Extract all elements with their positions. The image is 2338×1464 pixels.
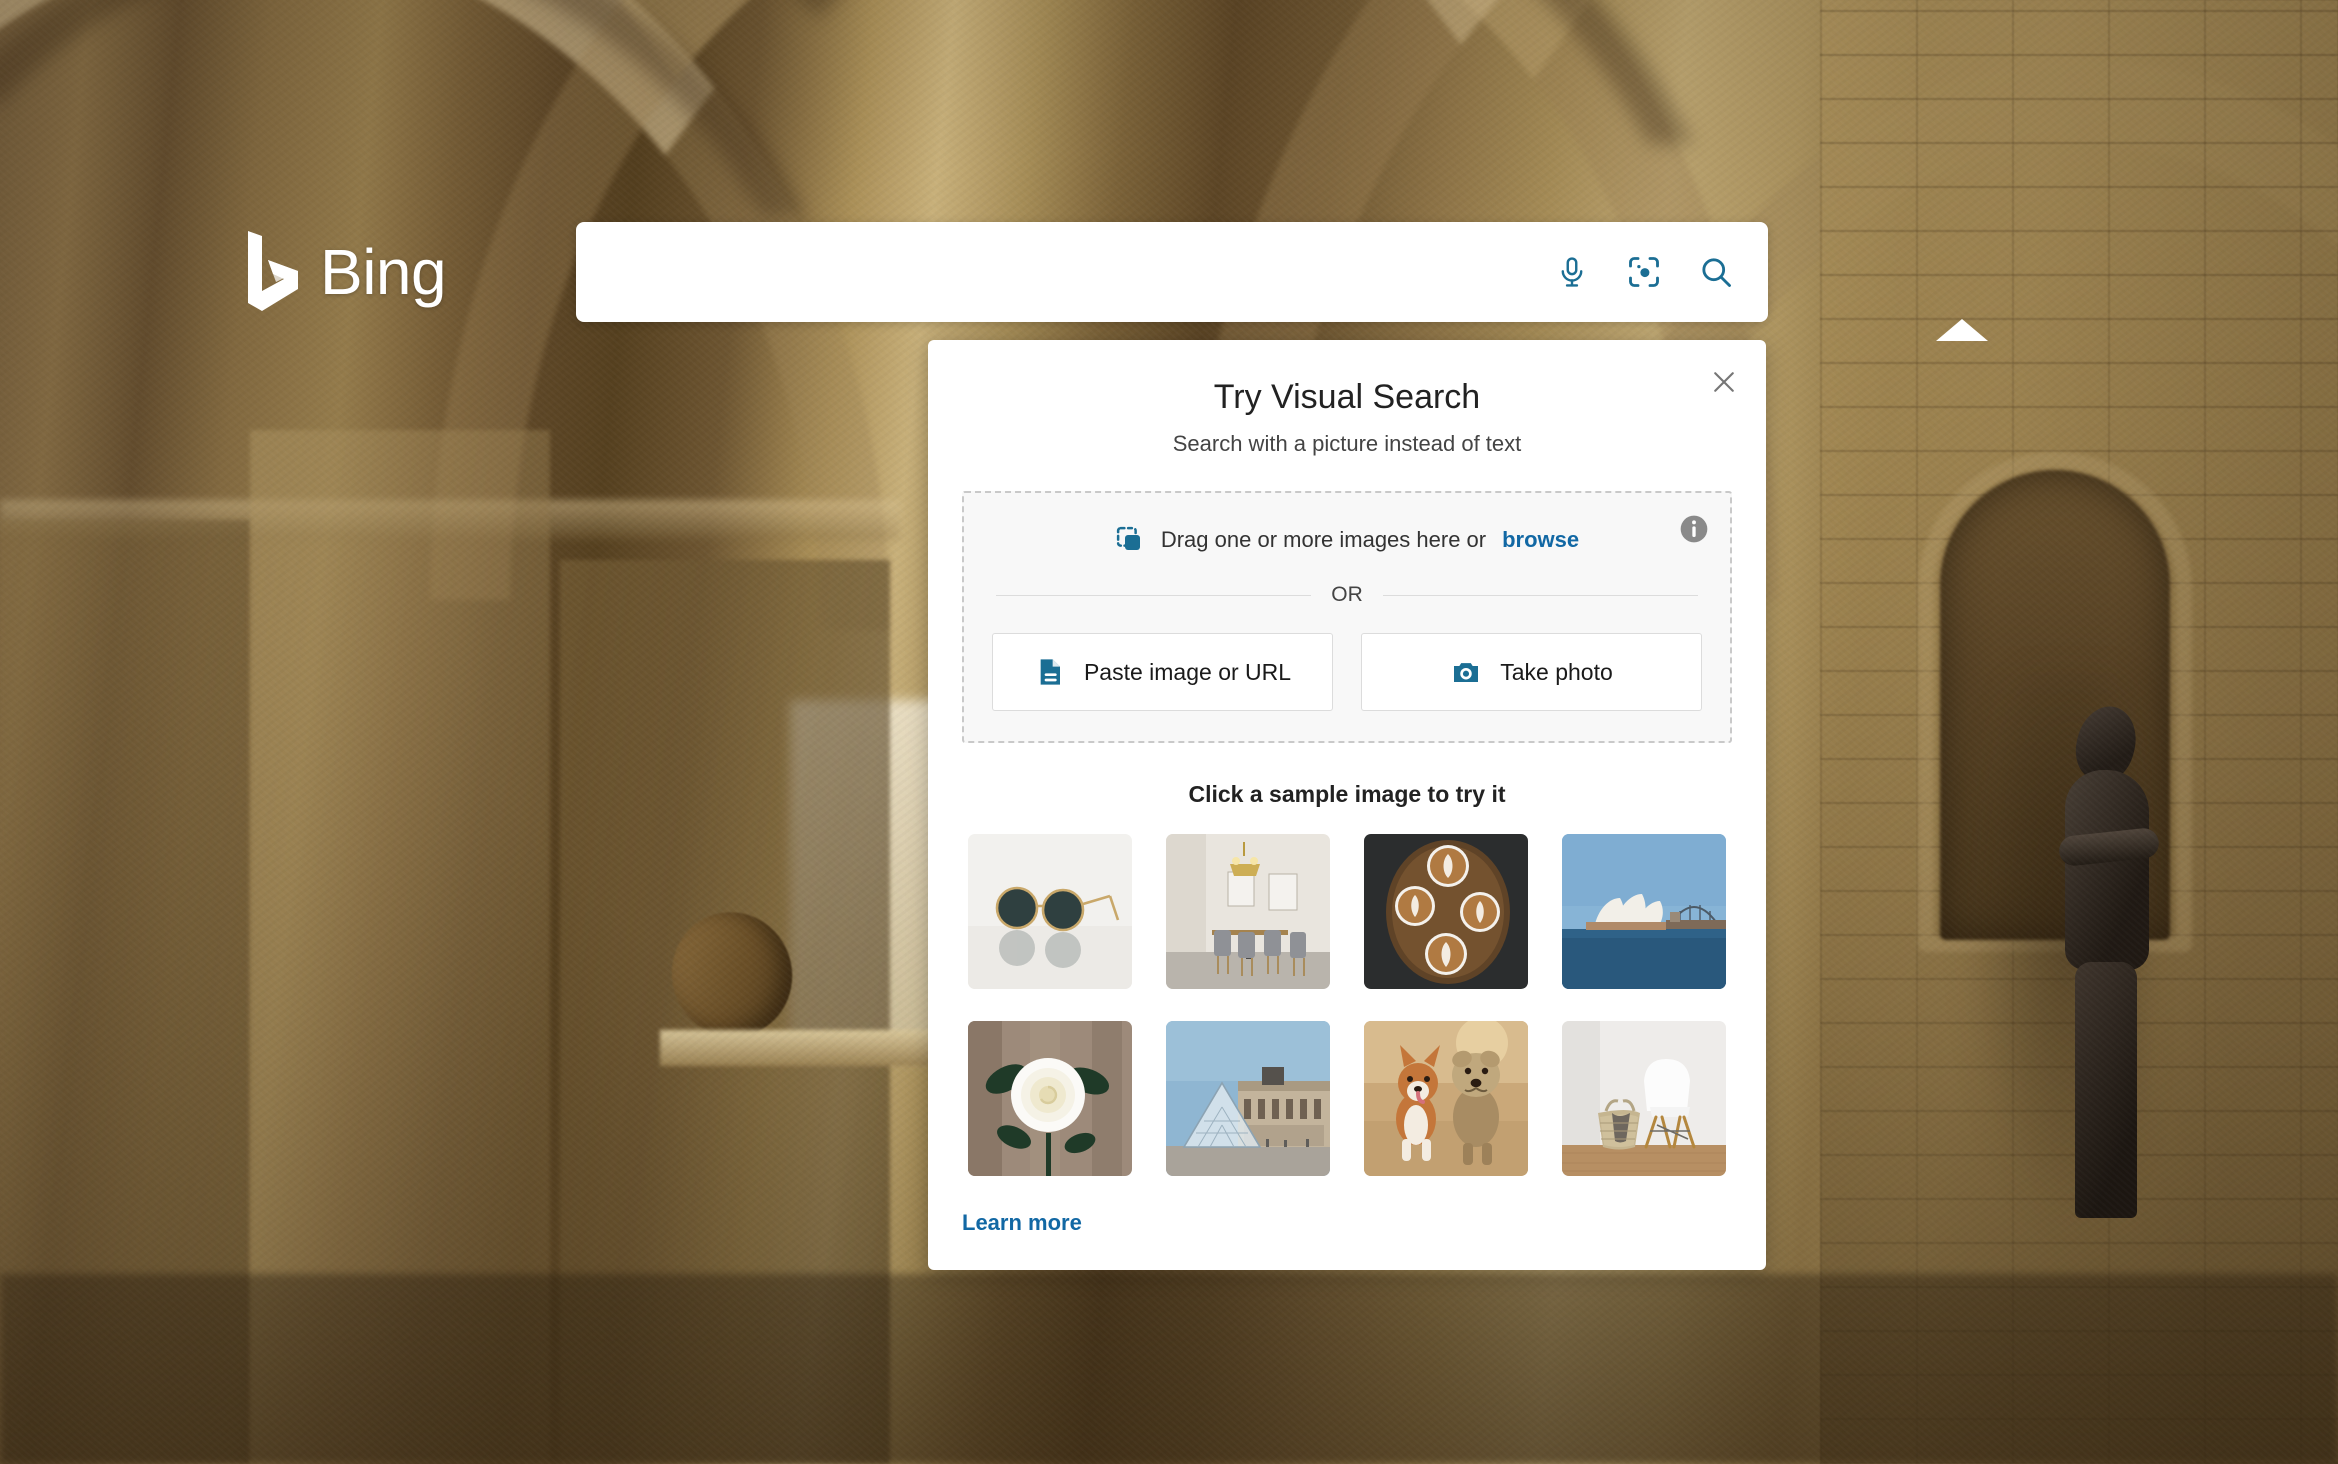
camera-icon: [1450, 656, 1482, 688]
popup-pointer-tail: [1936, 319, 1988, 341]
divider-rule-right: [1382, 594, 1698, 596]
or-divider: OR: [996, 583, 1698, 607]
action-buttons: Paste image or URL Take photo: [992, 633, 1702, 711]
sample-image-two-dogs[interactable]: [1364, 1021, 1528, 1176]
microphone-icon[interactable]: [1550, 250, 1594, 294]
sample-image-grid: [928, 834, 1766, 1176]
document-paste-icon: [1034, 656, 1066, 688]
search-actions: [1550, 250, 1768, 294]
sample-image-sydney-opera-house[interactable]: [1562, 834, 1726, 989]
sample-image-white-rose[interactable]: [968, 1021, 1132, 1176]
page-title: Try Visual Search: [1213, 378, 1481, 416]
search-row: Bing: [246, 222, 1988, 341]
sample-image-dining-room[interactable]: [1166, 834, 1330, 989]
browse-link[interactable]: browse: [1502, 527, 1579, 553]
drag-image-icon: [1115, 525, 1145, 555]
visual-search-popup: Try Visual Search Search with a picture …: [928, 340, 1766, 1270]
paste-image-or-url-label: Paste image or URL: [1083, 658, 1292, 685]
take-photo-button[interactable]: Take photo: [1361, 633, 1702, 711]
paste-image-or-url-button[interactable]: Paste image or URL: [992, 633, 1333, 711]
search-input[interactable]: [576, 222, 1550, 322]
divider-rule-left: [996, 594, 1312, 596]
sample-image-latte-art[interactable]: [1364, 834, 1528, 989]
bing-logo[interactable]: Bing: [246, 229, 576, 315]
or-label: OR: [1331, 583, 1363, 606]
popup-subtitle: Search with a picture instead of text: [1172, 431, 1522, 456]
search-box: [576, 222, 1988, 341]
bing-wordmark: Bing: [320, 236, 447, 308]
visual-search-icon[interactable]: [1622, 250, 1666, 294]
sample-image-louvre-pyramid[interactable]: [1166, 1021, 1330, 1176]
image-drop-zone[interactable]: Drag one or more images here or browse O…: [962, 491, 1732, 743]
drag-instruction-text: Drag one or more images here or: [1160, 527, 1487, 552]
sample-image-sunglasses[interactable]: [968, 834, 1132, 989]
learn-more-link[interactable]: Learn more: [962, 1210, 1082, 1236]
take-photo-label: Take photo: [1500, 658, 1613, 685]
info-icon[interactable]: [1678, 513, 1710, 545]
bing-logo-icon: [246, 229, 304, 315]
drag-instruction-row: Drag one or more images here or browse: [992, 519, 1702, 555]
close-icon[interactable]: [1704, 362, 1744, 402]
sample-image-white-chair[interactable]: [1562, 1021, 1726, 1176]
samples-title: Click a sample image to try it: [1188, 781, 1506, 807]
magnifier-icon[interactable]: [1694, 250, 1738, 294]
